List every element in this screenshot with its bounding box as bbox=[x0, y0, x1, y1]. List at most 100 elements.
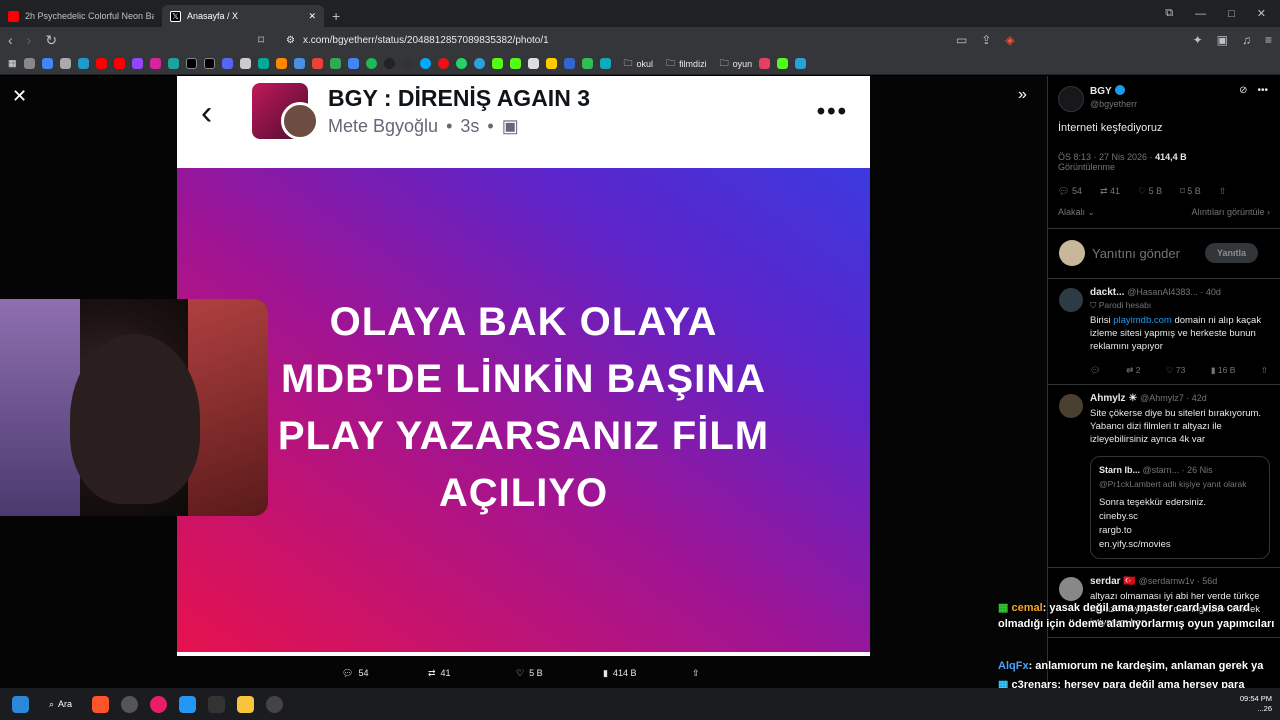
reload-icon[interactable]: ↻ bbox=[45, 32, 57, 49]
expand-sidebar-icon[interactable]: » bbox=[1018, 86, 1027, 104]
close-icon[interactable]: ✕ bbox=[12, 86, 27, 107]
bookmark-site-icon[interactable] bbox=[59, 58, 71, 69]
bookmark-site-icon[interactable] bbox=[239, 58, 251, 69]
photos-icon[interactable] bbox=[179, 695, 197, 713]
repost-button[interactable]: ⇄ 41 bbox=[1100, 186, 1120, 197]
close-window-icon[interactable]: ✕ bbox=[1257, 7, 1266, 20]
bookmark-icon[interactable]: ⌑ bbox=[258, 33, 264, 47]
sidebar-icon[interactable]: ▣ bbox=[1217, 33, 1228, 47]
like-button[interactable]: ♡ 73 bbox=[1166, 365, 1185, 376]
cast-icon[interactable]: ▭ bbox=[956, 33, 967, 47]
tiktok-icon[interactable] bbox=[203, 58, 215, 69]
apps-icon[interactable]: ▦ bbox=[8, 58, 17, 69]
quoted-tweet[interactable]: Starn Ib... @starn... · 26 Nis @Pr1ckLam… bbox=[1090, 456, 1270, 559]
bookmark-folder-filmdizi[interactable]: 🗀 filmdizi bbox=[666, 56, 707, 72]
bookmark-button[interactable]: ⌑ 5 B bbox=[1180, 186, 1201, 197]
maximize-icon[interactable]: □ bbox=[1228, 8, 1235, 20]
whatsapp-icon[interactable] bbox=[455, 58, 467, 69]
file-explorer-icon[interactable] bbox=[237, 695, 255, 713]
bookmark-site-icon[interactable] bbox=[419, 58, 431, 69]
bookmark-site-icon[interactable] bbox=[545, 58, 557, 69]
reply-input[interactable]: Yanıtını gönder bbox=[1092, 246, 1180, 261]
telegram-icon[interactable] bbox=[473, 58, 485, 69]
kick-icon[interactable] bbox=[509, 58, 521, 69]
like-button[interactable]: ♡ 5 B bbox=[516, 668, 543, 679]
tab-youtube[interactable]: 2h Psychedelic Colorful Neon Backgr bbox=[0, 5, 162, 27]
avatar[interactable] bbox=[1059, 288, 1083, 312]
bookmark-site-icon[interactable] bbox=[257, 58, 269, 69]
gmail-icon[interactable] bbox=[311, 58, 323, 69]
app-icon[interactable] bbox=[121, 695, 139, 713]
reply-button[interactable]: 💬︎ 54 bbox=[1058, 186, 1082, 197]
share-button[interactable]: ⇧ bbox=[692, 668, 700, 679]
bookmark-site-icon[interactable] bbox=[347, 58, 359, 69]
menu-icon[interactable]: ≡ bbox=[1265, 33, 1272, 47]
bookmark-site-icon[interactable] bbox=[437, 58, 449, 69]
bookmark-site-icon[interactable] bbox=[383, 58, 395, 69]
avatar[interactable] bbox=[1058, 86, 1084, 112]
bookmark-site-icon[interactable] bbox=[275, 58, 287, 69]
media-icon[interactable]: ♫ bbox=[1242, 33, 1251, 47]
author-handle[interactable]: @bgyetherr bbox=[1090, 99, 1137, 109]
reply-link[interactable]: playimdb.com bbox=[1113, 315, 1172, 326]
taskbar-search[interactable]: ⌕ Ara bbox=[41, 699, 80, 710]
restore-tabs-icon[interactable]: ⧉ bbox=[1165, 7, 1173, 20]
kick-icon[interactable] bbox=[491, 58, 503, 69]
site-info-icon[interactable]: ⚙ bbox=[286, 35, 295, 46]
windows-start-icon[interactable] bbox=[12, 695, 29, 713]
views-button[interactable]: ▮ 414 B bbox=[603, 668, 636, 679]
taskbar-clock[interactable]: 09:54 PM ...26 bbox=[1240, 694, 1272, 714]
forward-icon[interactable]: › bbox=[27, 32, 32, 49]
discord-icon[interactable] bbox=[221, 58, 233, 69]
brave-shield-icon[interactable]: ◈ bbox=[1005, 33, 1014, 47]
reply-author[interactable]: Ahmylz ☀ bbox=[1090, 393, 1137, 404]
github-icon[interactable] bbox=[401, 58, 413, 69]
reply-author[interactable]: serdar 🇹🇷 bbox=[1090, 576, 1136, 587]
bookmark-folder-okul[interactable]: 🗀 okul bbox=[624, 56, 654, 72]
kick-icon[interactable] bbox=[777, 58, 789, 69]
author-name[interactable]: BGY bbox=[1090, 85, 1125, 97]
bookmark-site-icon[interactable] bbox=[527, 58, 539, 69]
extensions-icon[interactable]: ✦ bbox=[1193, 33, 1203, 47]
bookmark-site-icon[interactable] bbox=[599, 58, 611, 69]
bookmark-site-icon[interactable] bbox=[759, 58, 771, 69]
views-button[interactable]: ▮ 16 B bbox=[1211, 365, 1236, 376]
share-icon[interactable]: ⇪ bbox=[981, 33, 991, 47]
instagram-icon[interactable] bbox=[149, 58, 161, 69]
youtube-icon[interactable] bbox=[113, 58, 125, 69]
bookmark-site-icon[interactable] bbox=[167, 58, 179, 69]
avatar[interactable] bbox=[1059, 394, 1083, 418]
twitch-icon[interactable] bbox=[131, 58, 143, 69]
bookmark-site-icon[interactable] bbox=[581, 58, 593, 69]
avatar[interactable] bbox=[1059, 577, 1083, 601]
repost-button[interactable]: ⇄ 41 bbox=[428, 668, 451, 679]
bookmark-site-icon[interactable] bbox=[563, 58, 575, 69]
repost-button[interactable]: ⇄ 2 bbox=[1126, 365, 1140, 376]
reply-item[interactable]: dackt... @HasanAl4383... · 40d ⛉ Parodi … bbox=[1048, 279, 1280, 385]
url-field[interactable]: ⚙ x.com/bgyetherr/status/204881285708983… bbox=[282, 30, 998, 50]
share-icon[interactable]: ⇧ bbox=[1219, 186, 1227, 197]
back-icon[interactable]: ‹ bbox=[8, 32, 13, 49]
grok-icon[interactable]: ⊘ bbox=[1239, 85, 1247, 96]
bookmark-site-icon[interactable] bbox=[77, 58, 89, 69]
view-quotes-link[interactable]: Alıntıları görüntüle › bbox=[1191, 207, 1270, 218]
x-logo-icon[interactable] bbox=[185, 58, 197, 69]
reply-item[interactable]: Ahmylz ☀ @Ahmylz7 · 42d Site çökerse diy… bbox=[1048, 385, 1280, 568]
app-icon[interactable] bbox=[266, 695, 284, 713]
more-icon[interactable]: ••• bbox=[1257, 85, 1268, 96]
reply-button[interactable]: 💬︎ 54 bbox=[342, 668, 368, 679]
new-tab-button[interactable]: + bbox=[324, 5, 348, 27]
spotify-icon[interactable] bbox=[365, 58, 377, 69]
brave-icon[interactable] bbox=[92, 695, 110, 713]
share-icon[interactable]: ⇧ bbox=[1261, 365, 1268, 376]
youtube-icon[interactable] bbox=[95, 58, 107, 69]
bookmark-site-icon[interactable] bbox=[795, 58, 807, 69]
bookmark-folder-oyun[interactable]: 🗀 oyun bbox=[720, 56, 753, 72]
drive-icon[interactable] bbox=[329, 58, 341, 69]
tweet-photo[interactable]: ‹ BGY : DİRENİŞ AGAIN 3 Mete Bgyoğlu • 3… bbox=[177, 76, 870, 656]
tab-x[interactable]: 𝕏 Anasayfa / X ✕ bbox=[162, 5, 324, 27]
reply-author[interactable]: dackt... bbox=[1090, 287, 1124, 298]
reply-icon[interactable]: 💬︎ bbox=[1090, 365, 1101, 376]
reply-submit-button[interactable]: Yanıtla bbox=[1204, 243, 1258, 263]
sort-dropdown[interactable]: Alakalı ⌄ bbox=[1058, 207, 1095, 218]
